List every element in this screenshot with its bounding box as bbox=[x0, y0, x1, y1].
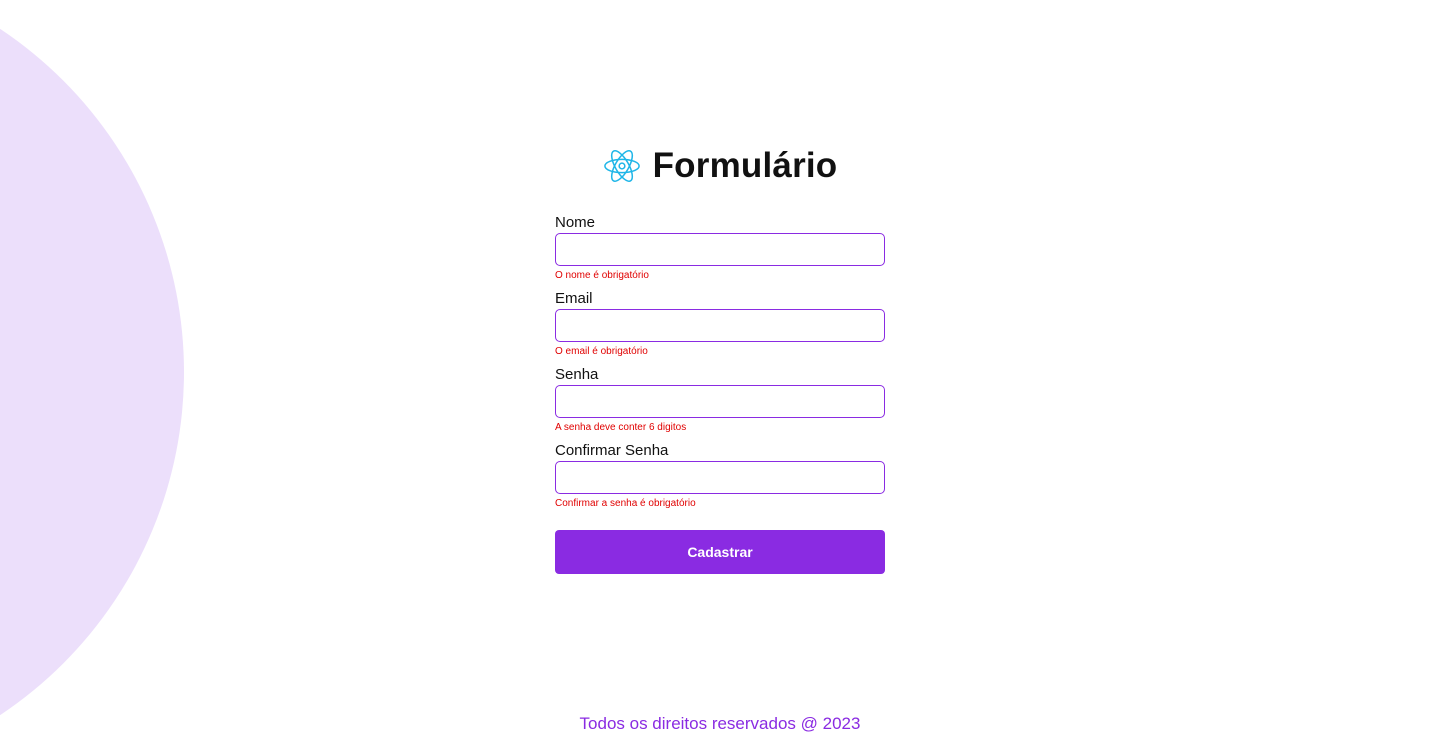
page: Formulário Nome O nome é obrigatório Ema… bbox=[0, 0, 1440, 751]
password-error: A senha deve conter 6 digitos bbox=[555, 422, 687, 433]
password-input[interactable] bbox=[555, 385, 885, 418]
react-atom-icon bbox=[603, 150, 640, 182]
name-input[interactable] bbox=[555, 233, 885, 266]
name-error: O nome é obrigatório bbox=[555, 270, 649, 281]
registration-form: Nome O nome é obrigatório Email O email … bbox=[555, 213, 885, 574]
name-label: Nome bbox=[555, 214, 596, 231]
password-field-group: Senha A senha deve conter 6 digitos bbox=[555, 365, 885, 436]
submit-button[interactable]: Cadastrar bbox=[555, 530, 885, 574]
name-field-group: Nome O nome é obrigatório bbox=[555, 213, 885, 284]
footer-text: Todos os direitos reservados @ 2023 bbox=[579, 714, 861, 733]
form-header: Formulário bbox=[555, 144, 885, 188]
email-error: O email é obrigatório bbox=[555, 346, 648, 357]
confirm-password-error: Confirmar a senha é obrigatório bbox=[555, 498, 696, 509]
confirm-password-input[interactable] bbox=[555, 461, 885, 494]
confirm-password-field-group: Confirmar Senha Confirmar a senha é obri… bbox=[555, 441, 885, 512]
email-input[interactable] bbox=[555, 309, 885, 342]
background-circle bbox=[0, 0, 184, 751]
page-title: Formulário bbox=[652, 146, 838, 185]
password-label: Senha bbox=[555, 366, 599, 383]
email-field-group: Email O email é obrigatório bbox=[555, 289, 885, 360]
email-label: Email bbox=[555, 290, 593, 307]
confirm-password-label: Confirmar Senha bbox=[555, 442, 669, 459]
